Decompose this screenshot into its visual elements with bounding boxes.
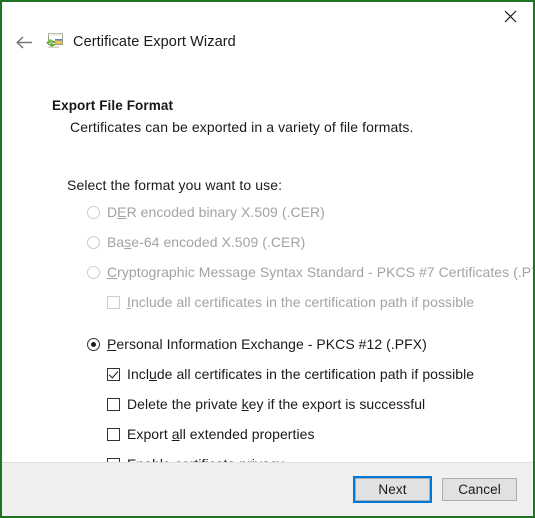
- option-row-pfx[interactable]: Personal Information Exchange - PKCS #12…: [2, 337, 533, 361]
- page-subtitle: Certificates can be exported in a variet…: [70, 119, 414, 135]
- option-label-p7b: Cryptographic Message Syntax Standard - …: [107, 264, 535, 280]
- cancel-button[interactable]: Cancel: [442, 478, 517, 501]
- option-label-pfx: Personal Information Exchange - PKCS #12…: [107, 336, 427, 352]
- radio-pfx[interactable]: [87, 338, 100, 351]
- option-label-pfx-export-props: Export all extended properties: [127, 426, 315, 442]
- option-row-p7b-include-all: Include all certificates in the certific…: [2, 295, 533, 319]
- option-row-p7b: Cryptographic Message Syntax Standard - …: [2, 265, 533, 289]
- option-label-p7b-include-all: Include all certificates in the certific…: [127, 294, 475, 310]
- nav-row: Certificate Export Wizard: [2, 28, 533, 56]
- certificate-export-wizard-window: Certificate Export Wizard Export File Fo…: [0, 0, 535, 518]
- option-label-pfx-delete-key: Delete the private key if the export is …: [127, 396, 426, 412]
- option-label-pfx-include-all: Include all certificates in the certific…: [127, 366, 475, 382]
- radio-der: [87, 206, 100, 219]
- next-button[interactable]: Next: [353, 476, 432, 503]
- wizard-page-content: Export File Format Certificates can be e…: [2, 64, 533, 514]
- page-title: Export File Format: [52, 98, 174, 113]
- window-title: Certificate Export Wizard: [73, 34, 236, 50]
- titlebar: Certificate Export Wizard: [2, 2, 533, 64]
- close-button[interactable]: [488, 2, 533, 31]
- checkbox-p7b-include-all: [107, 296, 120, 309]
- radio-base64: [87, 236, 100, 249]
- option-label-der: DER encoded binary X.509 (.CER): [107, 204, 325, 220]
- option-row-base64: Base-64 encoded X.509 (.CER): [2, 235, 533, 259]
- back-arrow-icon: [15, 35, 32, 49]
- certificate-export-icon: [44, 31, 66, 53]
- back-button[interactable]: [7, 29, 41, 55]
- checkbox-pfx-include-all[interactable]: [107, 368, 120, 381]
- checkbox-pfx-delete-key[interactable]: [107, 398, 120, 411]
- option-label-base64: Base-64 encoded X.509 (.CER): [107, 234, 306, 250]
- checkbox-pfx-export-props[interactable]: [107, 428, 120, 441]
- footer-button-bar: Next Cancel: [2, 462, 533, 516]
- radio-p7b: [87, 266, 100, 279]
- option-row-pfx-include-all[interactable]: Include all certificates in the certific…: [2, 367, 533, 391]
- option-row-pfx-delete-key[interactable]: Delete the private key if the export is …: [2, 397, 533, 421]
- close-icon: [504, 10, 517, 23]
- format-prompt-label: Select the format you want to use:: [67, 177, 283, 193]
- heading-block: Export File Format Certificates can be e…: [2, 64, 533, 135]
- option-row-der: DER encoded binary X.509 (.CER): [2, 205, 533, 229]
- option-row-pfx-export-props[interactable]: Export all extended properties: [2, 427, 533, 451]
